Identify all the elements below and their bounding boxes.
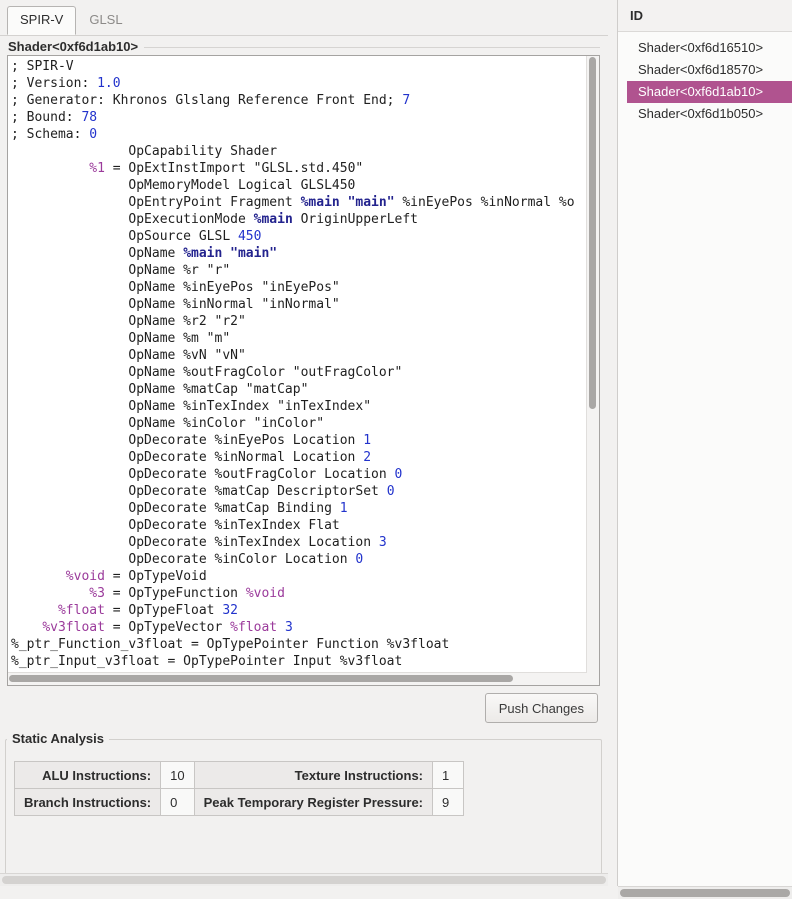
analysis-row: ALU Instructions:10Texture Instructions:… [15,762,464,789]
analysis-label-cell: Peak Temporary Register Pressure: [194,789,432,816]
code-line: OpDecorate %inNormal Location 2 [11,449,587,466]
tab-spir-v[interactable]: SPIR-V [7,6,76,35]
code-frame: ; SPIR-V; Version: 1.0; Generator: Khron… [7,55,600,686]
title-divider [144,47,600,48]
shader-id-item[interactable]: Shader<0xf6d18570> [627,59,792,81]
code-line: OpName %r "r" [11,262,587,279]
tab-glsl[interactable]: GLSL [76,6,135,34]
code-line: %_ptr_Function_v3float = OpTypePointer F… [11,636,587,653]
analysis-value-cell: 0 [161,789,194,816]
code-line: OpCapability Shader [11,143,587,160]
code-line: OpName %inEyePos "inEyePos" [11,279,587,296]
code-line: OpName %matCap "matCap" [11,381,587,398]
code-line: OpDecorate %inColor Location 0 [11,551,587,568]
code-line: OpName %m "m" [11,330,587,347]
shader-id-item[interactable]: Shader<0xf6d16510> [627,37,792,59]
code-line: OpName %inNormal "inNormal" [11,296,587,313]
vertical-scrollbar-thumb[interactable] [589,57,596,409]
id-panel-horizontal-scrollbar[interactable] [618,886,792,899]
static-analysis-group: Static Analysis ALU Instructions:10Textu… [5,731,602,882]
code-line: %_ptr_Input_v3float = OpTypePointer Inpu… [11,653,587,670]
shader-debugger-window: SPIR-VGLSL Shader<0xf6d1ab10> ; SPIR-V; … [0,0,792,899]
shader-id-item[interactable]: Shader<0xf6d1b050> [627,103,792,125]
code-line: %1 = OpExtInstImport "GLSL.std.450" [11,160,587,177]
analysis-value-cell: 1 [433,762,464,789]
code-line: %v3float = OpTypeVector %float 3 [11,619,587,636]
analysis-label-cell: ALU Instructions: [15,762,161,789]
code-line: ; SPIR-V [11,58,587,75]
analysis-value-cell: 10 [161,762,194,789]
code-line: OpName %vN "vN" [11,347,587,364]
code-line: OpDecorate %matCap Binding 1 [11,500,587,517]
code-vertical-scrollbar[interactable] [586,56,599,673]
analysis-label-cell: Branch Instructions: [15,789,161,816]
code-line: OpDecorate %matCap DescriptorSet 0 [11,483,587,500]
left-scrollbar-thumb[interactable] [2,876,606,884]
code-line: OpName %outFragColor "outFragColor" [11,364,587,381]
code-line: OpEntryPoint Fragment %main "main" %inEy… [11,194,587,211]
analysis-table-body: ALU Instructions:10Texture Instructions:… [15,762,464,816]
code-line: %3 = OpTypeFunction %void [11,585,587,602]
code-line: %float = OpTypeFloat 32 [11,602,587,619]
id-panel-header: ID [618,0,792,32]
code-view[interactable]: ; SPIR-V; Version: 1.0; Generator: Khron… [8,56,587,673]
code-line: ; Version: 1.0 [11,75,587,92]
static-analysis-title: Static Analysis [7,731,109,746]
code-line: OpName %r2 "r2" [11,313,587,330]
shader-id-item[interactable]: Shader<0xf6d1ab10> [627,81,792,103]
analysis-row: Branch Instructions:0Peak Temporary Regi… [15,789,464,816]
code-line: ; Generator: Khronos Glslang Reference F… [11,92,587,109]
push-changes-button[interactable]: Push Changes [485,693,598,723]
code-line: OpMemoryModel Logical GLSL450 [11,177,587,194]
static-analysis-table: ALU Instructions:10Texture Instructions:… [14,761,464,816]
code-horizontal-scrollbar[interactable] [8,672,587,685]
left-pane-horizontal-scrollbar[interactable] [0,873,608,886]
code-line: %void = OpTypeVoid [11,568,587,585]
horizontal-scrollbar-thumb[interactable] [9,675,513,682]
right-scrollbar-thumb[interactable] [620,889,790,897]
shader-id-list: Shader<0xf6d16510>Shader<0xf6d18570>Shad… [618,32,792,125]
tab-bar: SPIR-VGLSL [7,6,608,36]
analysis-label-cell: Texture Instructions: [194,762,432,789]
analysis-value-cell: 9 [433,789,464,816]
code-line: OpDecorate %inTexIndex Location 3 [11,534,587,551]
id-panel: ID Shader<0xf6d16510>Shader<0xf6d18570>S… [617,0,792,886]
code-line: OpName %inTexIndex "inTexIndex" [11,398,587,415]
code-line: OpDecorate %inEyePos Location 1 [11,432,587,449]
code-line: OpExecutionMode %main OriginUpperLeft [11,211,587,228]
code-line: OpSource GLSL 450 [11,228,587,245]
shader-title: Shader<0xf6d1ab10> [8,39,138,54]
shader-editor-pane: SPIR-VGLSL Shader<0xf6d1ab10> ; SPIR-V; … [0,0,608,886]
code-line: OpDecorate %inTexIndex Flat [11,517,587,534]
code-line: OpDecorate %outFragColor Location 0 [11,466,587,483]
shader-title-row: Shader<0xf6d1ab10> [8,39,600,54]
code-line: OpName %main "main" [11,245,587,262]
code-line: ; Bound: 78 [11,109,587,126]
code-line: OpName %inColor "inColor" [11,415,587,432]
scrollbar-corner [587,673,599,685]
code-line: ; Schema: 0 [11,126,587,143]
